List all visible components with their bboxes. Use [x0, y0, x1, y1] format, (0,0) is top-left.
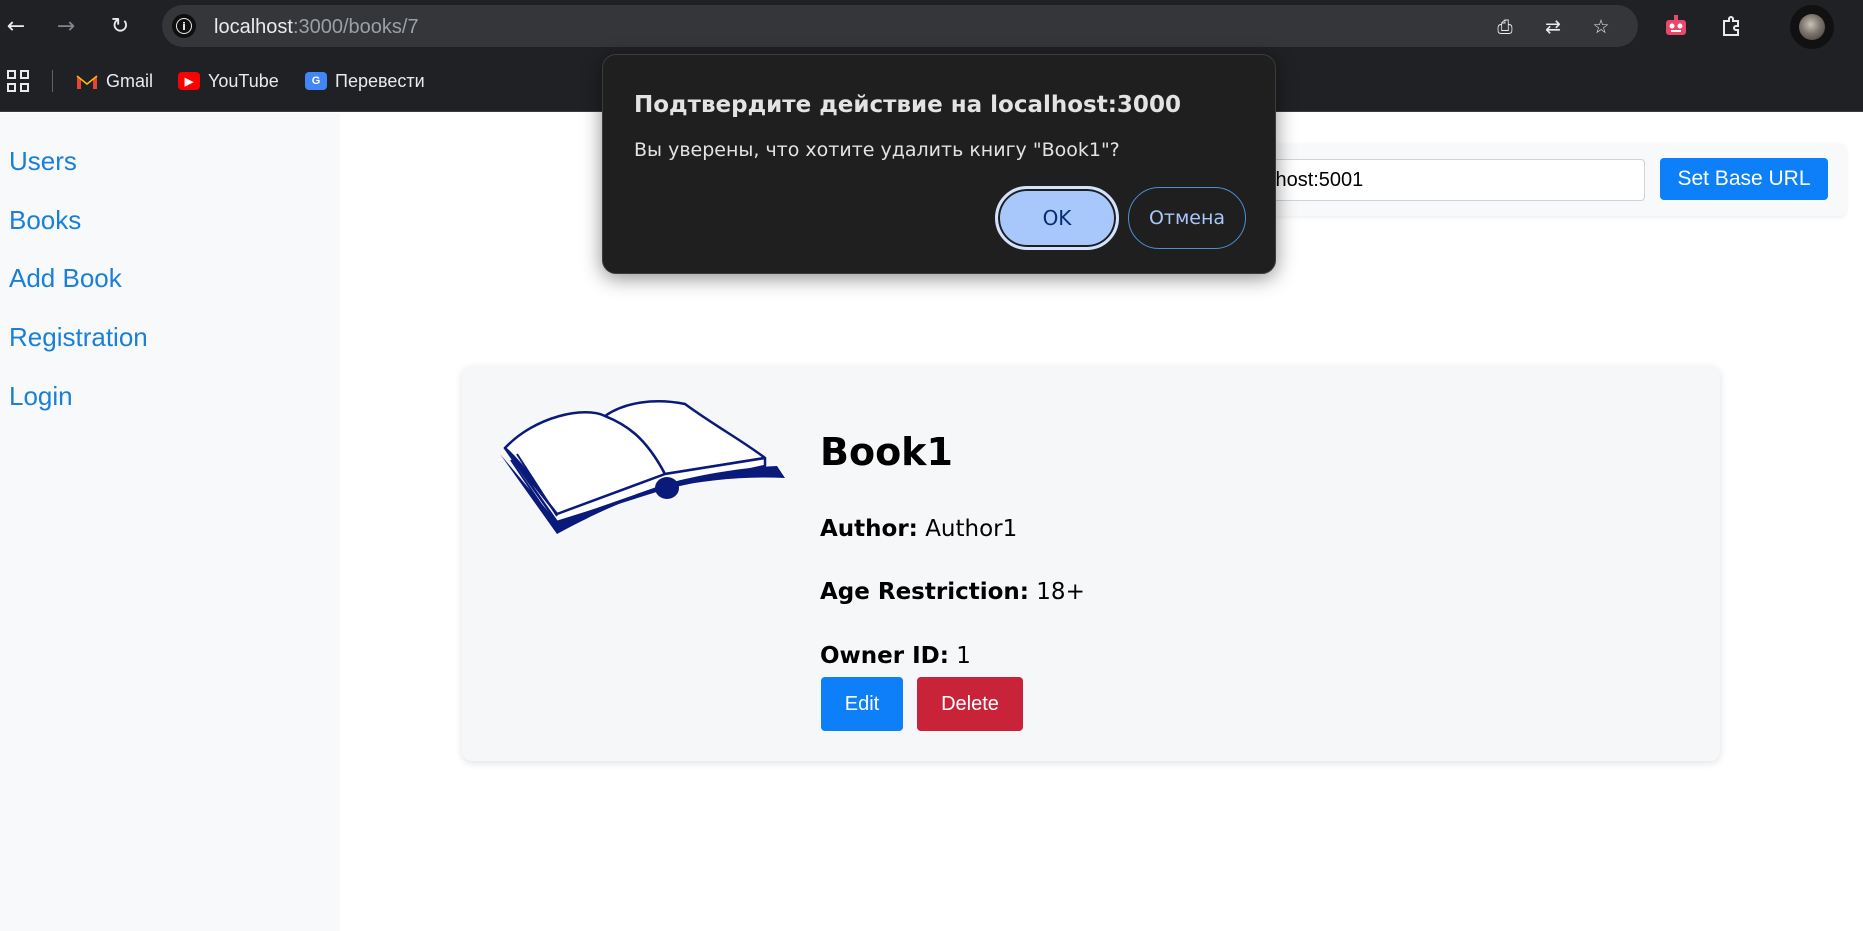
- owner-id-field: Owner ID: 1: [820, 643, 971, 669]
- owner-id-value: 1: [956, 643, 971, 669]
- arrow-right-icon: →: [56, 13, 76, 39]
- book-title: Book1: [820, 430, 953, 474]
- edit-button[interactable]: Edit: [821, 677, 903, 731]
- google-translate-icon: G: [305, 72, 327, 90]
- delete-button[interactable]: Delete: [917, 677, 1023, 731]
- sidebar-item-add-book[interactable]: Add Book: [9, 263, 122, 294]
- open-book-icon: [500, 400, 785, 534]
- star-icon[interactable]: ☆: [1588, 14, 1614, 40]
- bookmark-youtube[interactable]: ▶ YouTube: [178, 68, 279, 94]
- dialog-message: Вы уверены, что хотите удалить книгу "Bo…: [634, 139, 1120, 161]
- url-text[interactable]: localhost:3000/books/7: [214, 16, 419, 39]
- reload-button[interactable]: ↻: [104, 10, 136, 42]
- author-value: Author1: [925, 516, 1018, 542]
- sidebar-item-users[interactable]: Users: [9, 146, 77, 177]
- confirm-dialog: Подтвердите действие на localhost:3000 В…: [602, 54, 1276, 274]
- reload-icon: ↻: [110, 13, 130, 39]
- apps-grid-icon[interactable]: [7, 70, 29, 92]
- age-restriction-field: Age Restriction: 18+: [820, 579, 1085, 605]
- browser-toolbar: ← → ↻ i localhost:3000/books/7 ⎙ ⇄ ☆: [0, 0, 1863, 52]
- ok-button[interactable]: OK: [995, 186, 1119, 250]
- back-button[interactable]: ←: [0, 10, 32, 42]
- sidebar-item-books[interactable]: Books: [9, 205, 81, 236]
- translate-icon[interactable]: ⇄: [1540, 14, 1566, 40]
- arrow-left-icon: ←: [6, 13, 26, 39]
- gmail-icon: [76, 72, 98, 90]
- robot-extension-icon[interactable]: [1660, 10, 1692, 42]
- dialog-title: Подтвердите действие на localhost:3000: [634, 92, 1181, 118]
- author-field: Author: Author1: [820, 516, 1018, 542]
- sidebar: Users Books Add Book Registration Login: [0, 113, 340, 931]
- bookmarks-divider: [52, 70, 53, 92]
- bookmark-translate[interactable]: G Перевести: [305, 68, 425, 94]
- sidebar-item-login[interactable]: Login: [9, 381, 73, 412]
- base-url-form: Set Base URL: [1180, 144, 1846, 216]
- profile-avatar[interactable]: [1790, 5, 1834, 49]
- site-info-icon[interactable]: i: [172, 14, 196, 38]
- forward-button[interactable]: →: [50, 10, 82, 42]
- puzzle-icon[interactable]: [1716, 10, 1748, 42]
- cancel-button[interactable]: Отмена: [1128, 187, 1246, 249]
- youtube-icon: ▶: [178, 72, 200, 90]
- age-restriction-value: 18+: [1036, 579, 1085, 605]
- sidebar-item-registration[interactable]: Registration: [9, 322, 148, 353]
- set-base-url-button[interactable]: Set Base URL: [1660, 158, 1828, 200]
- install-app-icon[interactable]: ⎙: [1492, 14, 1518, 40]
- address-bar[interactable]: i localhost:3000/books/7 ⎙ ⇄ ☆: [162, 5, 1638, 47]
- bookmark-gmail[interactable]: Gmail: [76, 68, 153, 94]
